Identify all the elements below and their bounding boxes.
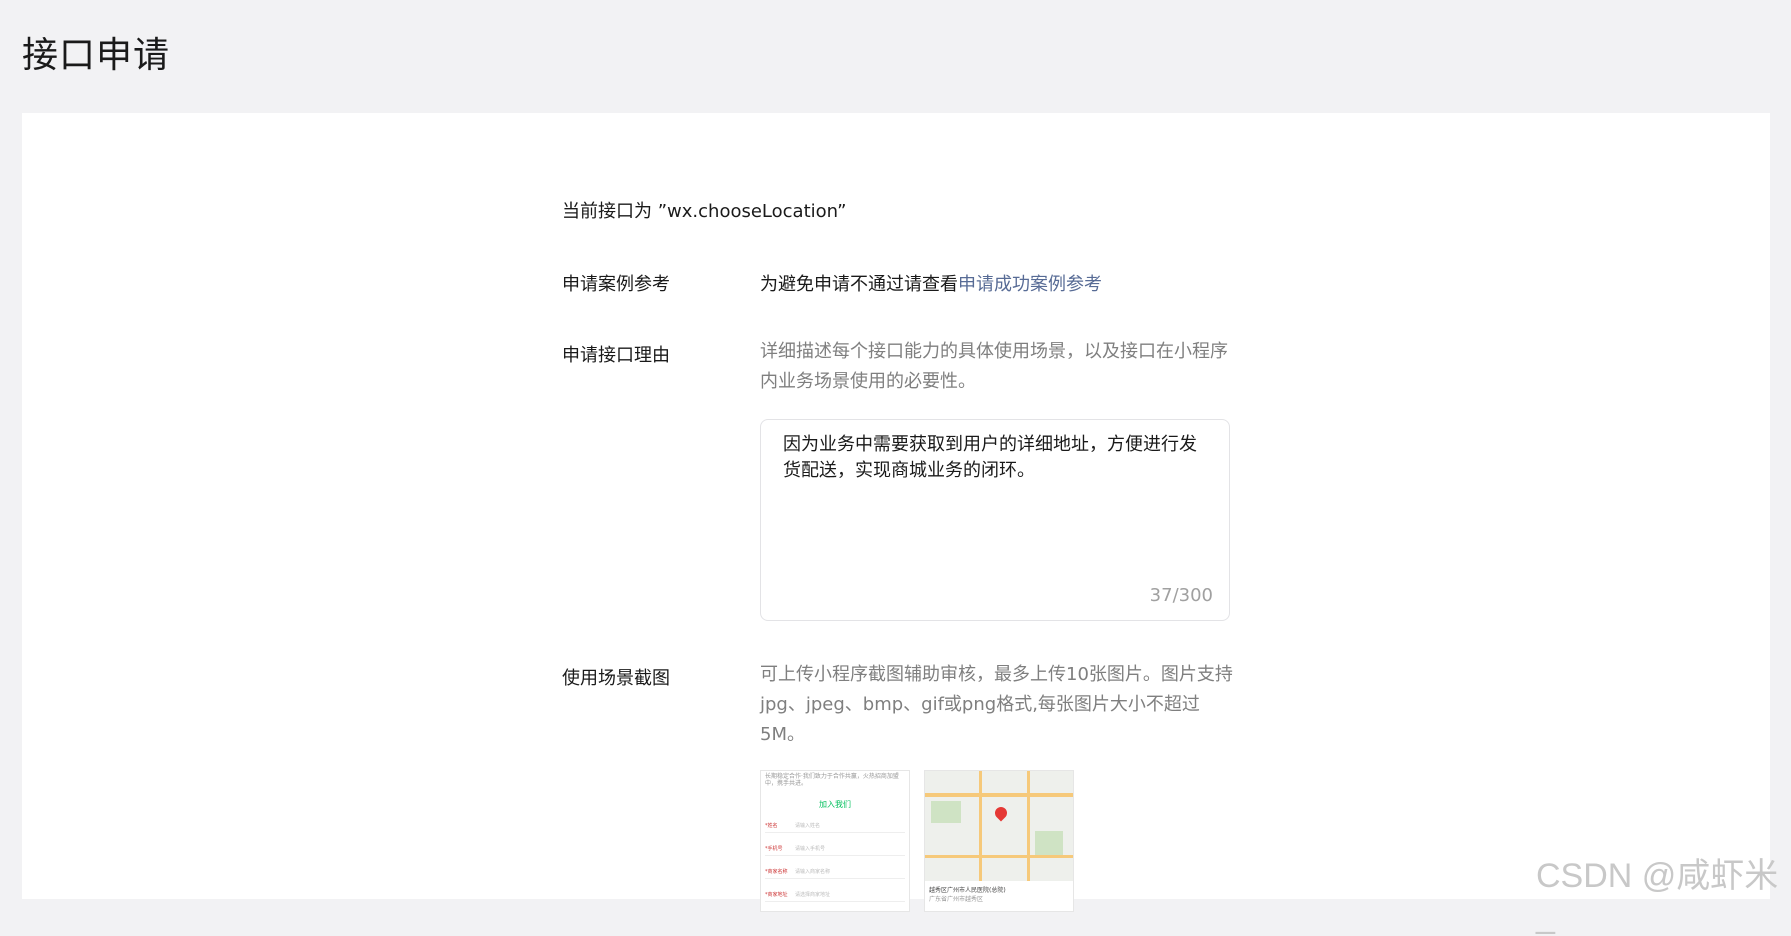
thumb-form-row-placeholder: 请输入商家名称 [795,868,831,875]
case-reference-content: 为避免申请不通过请查看申请成功案例参考 [760,270,1102,296]
screenshot-thumbnail-form[interactable]: 长期稳定合作·我们致力于合作共赢，火热招商加盟中，携手共进。 加入我们 *姓名请… [760,770,910,912]
thumb-form-row: *手机号 请输入手机号 [765,841,905,856]
character-counter: 37/300 [1149,585,1213,606]
map-park [931,801,961,823]
thumb-form-row-label: *手机号 [765,845,783,852]
case-reference-text: 为避免申请不通过请查看 [760,274,958,295]
map-road [1027,771,1030,883]
thumb-form-row: *商家地址 请选择商家地址 [765,887,905,902]
map-park [1035,831,1063,857]
thumb-form-row-label: *姓名 [765,822,778,829]
thumb-form-row-label: *商家地址 [765,891,788,898]
thumb-form-title: 加入我们 [819,800,851,809]
map-road [925,793,1073,797]
reason-hint: 详细描述每个接口能力的具体使用场景，以及接口在小程序内业务场景使用的必要性。 [760,341,1228,392]
thumb-form-row-placeholder: 请输入姓名 [795,822,821,829]
page-title: 接口申请 [22,35,171,76]
thumb-form-row: *姓名 请输入姓名 [765,818,905,833]
thumb-form-row-placeholder: 请输入手机号 [795,845,826,852]
application-panel: 当前接口为 ”wx.chooseLocation” 申请案例参考 为避免申请不通… [22,113,1770,912]
current-api-text: 当前接口为 ”wx.chooseLocation” [562,201,847,222]
thumb-form-row-label: *商家名称 [765,868,788,875]
screenshot-thumbnail-map[interactable]: 越秀区广州市人民医院(总院) 广东省广州市越秀区 [924,770,1074,912]
thumb-form-row-placeholder: 请选择商家地址 [795,891,831,898]
map-road [925,855,1073,858]
reason-label: 申请接口理由 [562,345,670,366]
case-reference-link[interactable]: 申请成功案例参考 [958,274,1102,295]
map-pin-icon [992,804,1010,822]
case-reference-label: 申请案例参考 [562,274,670,295]
watermark: CSDN @咸虾米_ [1536,857,1779,935]
screenshots-label: 使用场景截图 [562,668,670,689]
map-road [979,771,982,883]
thumb-form-top-text: 长期稳定合作·我们致力于合作共赢，火热招商加盟中，携手共进。 [765,773,899,787]
map-footer: 越秀区广州市人民医院(总院) 广东省广州市越秀区 [925,881,1073,911]
thumb-form-row: *商家名称 请输入商家名称 [765,864,905,879]
reason-textarea-value: 因为业务中需要获取到用户的详细地址，方便进行发货配送，实现商城业务的闭环。 [783,434,1197,481]
screenshots-hint: 可上传小程序截图辅助审核，最多上传10张图片。图片支持jpg、jpeg、bmp、… [760,664,1233,745]
reason-textarea[interactable]: 因为业务中需要获取到用户的详细地址，方便进行发货配送，实现商城业务的闭环。 37… [760,419,1230,621]
map-footer-title: 越秀区广州市人民医院(总院) [929,887,1006,894]
